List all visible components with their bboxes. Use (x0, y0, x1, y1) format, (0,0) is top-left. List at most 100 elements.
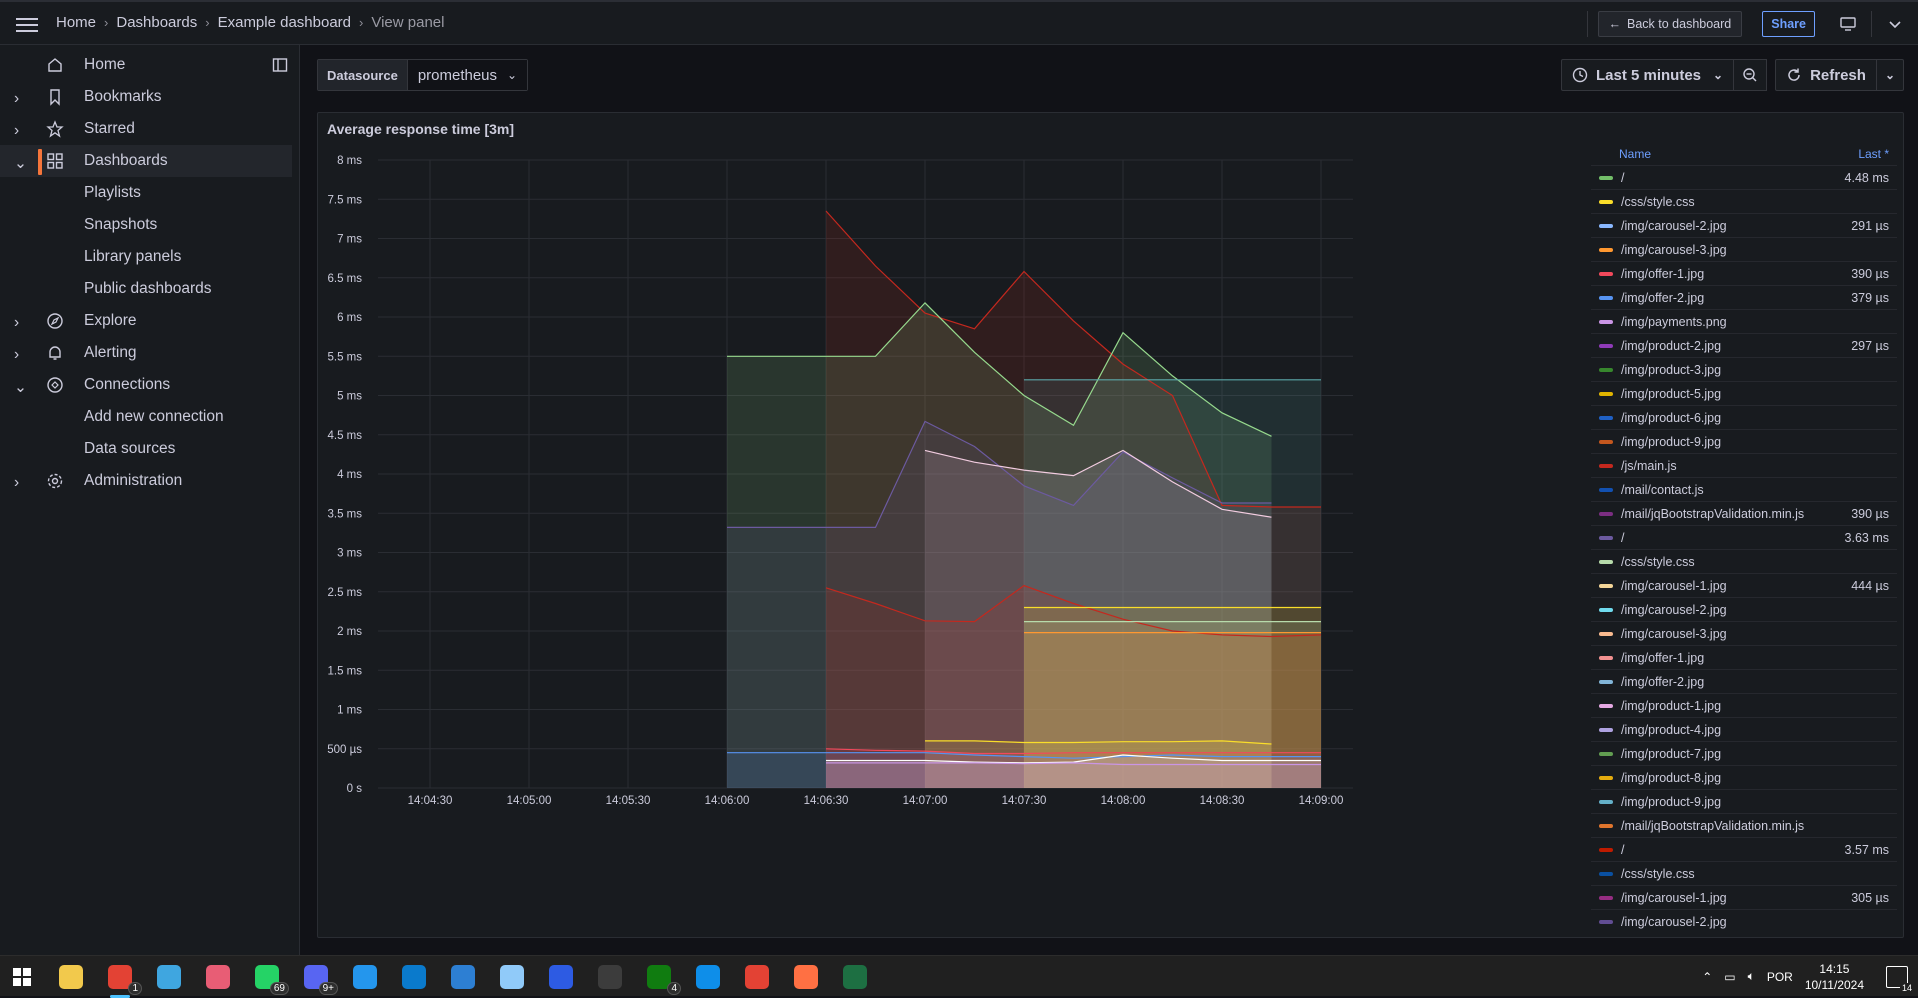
legend-item[interactable]: /img/carousel-1.jpg 444 µs (1591, 573, 1897, 597)
legend-item[interactable]: / 3.57 ms (1591, 837, 1897, 861)
time-range-picker[interactable]: Last 5 minutes ⌄ (1560, 59, 1735, 91)
chevron-down-icon[interactable]: ⌄ (14, 378, 27, 396)
chevron-right-icon[interactable]: › (14, 122, 26, 139)
chevron-right-icon[interactable]: › (14, 474, 26, 491)
monitor-icon[interactable] (1835, 11, 1861, 37)
chevron-right-icon[interactable]: › (14, 346, 26, 363)
legend-item[interactable]: /css/style.css (1591, 861, 1897, 885)
sidebar-item-library-panels[interactable]: Library panels (0, 241, 292, 273)
refresh-button[interactable]: Refresh (1775, 59, 1877, 91)
app-icon[interactable] (790, 961, 822, 993)
datasource-select[interactable]: prometheus ⌄ (407, 60, 528, 90)
legend-item[interactable]: /img/product-7.jpg (1591, 741, 1897, 765)
legend-item[interactable]: /img/carousel-2.jpg 291 µs (1591, 213, 1897, 237)
legend-item[interactable]: / 3.63 ms (1591, 525, 1897, 549)
legend-item[interactable]: /img/carousel-2.jpg (1591, 597, 1897, 621)
windows-start-icon[interactable] (6, 961, 38, 993)
whatsapp-icon[interactable]: 69 (251, 961, 289, 995)
sidebar-item-public-dashboards[interactable]: Public dashboards (0, 273, 292, 305)
file-explorer-icon[interactable] (55, 961, 87, 993)
legend-item[interactable]: /mail/jqBootstrapValidation.min.js (1591, 813, 1897, 837)
menu-icon[interactable] (14, 14, 40, 34)
chevron-right-icon[interactable]: › (14, 90, 26, 107)
sidebar-item-explore[interactable]: › Explore (0, 305, 292, 337)
sidebar-item-snapshots[interactable]: Snapshots (0, 209, 292, 241)
photos-icon[interactable] (447, 961, 479, 993)
back-to-dashboard-button[interactable]: ← Back to dashboard (1597, 10, 1743, 37)
legend-item[interactable]: /mail/jqBootstrapValidation.min.js 390 µs (1591, 501, 1897, 525)
legend-item[interactable]: /js/main.js (1591, 453, 1897, 477)
y-tick-label: 3 ms (337, 548, 362, 560)
docker-icon[interactable] (349, 961, 381, 993)
clock[interactable]: 14:15 10/11/2024 (1805, 961, 1864, 993)
sidebar-item-playlists[interactable]: Playlists (0, 177, 292, 209)
legend-item[interactable]: /img/payments.png (1591, 309, 1897, 333)
sidebar-item-data-sources[interactable]: Data sources (0, 433, 292, 465)
xbox-icon[interactable]: 4 (643, 961, 681, 995)
app-icon[interactable] (202, 961, 234, 993)
zoom-out-button[interactable] (1734, 59, 1768, 91)
chevron-right-icon[interactable]: › (14, 314, 26, 331)
legend-name-header[interactable]: Name (1619, 147, 1651, 161)
timeseries-chart[interactable]: 8 ms 7.5 ms 7 ms 6.5 ms 6 ms 5.5 ms 5 ms 4.5 ms… (318, 113, 1593, 939)
legend-item[interactable]: /css/style.css (1591, 549, 1897, 573)
legend-item[interactable]: /img/carousel-2.jpg (1591, 909, 1897, 933)
legend-item[interactable]: /img/product-9.jpg (1591, 789, 1897, 813)
sidebar-item-bookmarks[interactable]: › Bookmarks (0, 81, 292, 113)
chrome-icon[interactable] (741, 961, 773, 993)
legend-item[interactable]: /img/product-3.jpg (1591, 357, 1897, 381)
notification-icon[interactable]: 14 (1886, 965, 1914, 993)
legend-item[interactable]: /img/product-9.jpg (1591, 429, 1897, 453)
legend-item[interactable]: /img/carousel-3.jpg (1591, 621, 1897, 645)
sidebar-item-administration[interactable]: › Administration (0, 465, 292, 497)
teamviewer-icon[interactable] (692, 961, 724, 993)
sidebar-item-alerting[interactable]: › Alerting (0, 337, 292, 369)
legend-item[interactable]: /img/product-4.jpg (1591, 717, 1897, 741)
legend-item[interactable]: /img/carousel-3.jpg (1591, 237, 1897, 261)
discord-icon[interactable]: 9+ (300, 961, 338, 995)
sidebar-item-starred[interactable]: › Starred (0, 113, 292, 145)
breadcrumb-home[interactable]: Home (56, 14, 96, 31)
datasource-picker[interactable]: Datasource prometheus ⌄ (317, 59, 529, 91)
legend-item[interactable]: /img/carousel-1.jpg 305 µs (1591, 885, 1897, 909)
legend-item[interactable]: / 4.48 ms (1591, 165, 1897, 189)
notepad-icon[interactable] (496, 961, 528, 993)
legend-item[interactable]: /img/offer-1.jpg 390 µs (1591, 261, 1897, 285)
sidebar-item-add-new-connection[interactable]: Add new connection (0, 401, 292, 433)
legend-item[interactable]: /img/product-1.jpg (1591, 693, 1897, 717)
language-indicator[interactable]: POR (1767, 970, 1793, 984)
legend-item[interactable]: /img/product-2.jpg 297 µs (1591, 333, 1897, 357)
legend-item[interactable]: /img/product-5.jpg (1591, 381, 1897, 405)
chevron-right-icon: › (205, 15, 210, 30)
y-tick-label: 6 ms (337, 312, 362, 324)
chrome-icon[interactable]: 1 (104, 961, 142, 998)
legend-item[interactable]: /img/product-8.jpg (1591, 765, 1897, 789)
vscode-icon[interactable] (398, 961, 430, 993)
legend-swatch (1599, 727, 1613, 732)
legend-swatch (1599, 415, 1613, 420)
sidebar-item-connections[interactable]: ⌄ Connections (0, 369, 292, 401)
volume-icon[interactable]: 🔈︎ (1748, 969, 1755, 984)
app-glyph (402, 965, 426, 989)
breadcrumb-dashboards[interactable]: Dashboards (116, 14, 197, 31)
app-icon[interactable] (545, 961, 577, 993)
breadcrumb-example-dashboard[interactable]: Example dashboard (218, 14, 351, 31)
legend-item[interactable]: /img/offer-2.jpg (1591, 669, 1897, 693)
chevron-up-icon[interactable]: ⌃ (1702, 970, 1712, 984)
sidebar-item-home[interactable]: Home (0, 49, 292, 81)
chevron-down-icon[interactable] (1882, 11, 1908, 37)
chevron-down-icon[interactable]: ⌄ (14, 154, 27, 172)
legend-item[interactable]: /mail/contact.js (1591, 477, 1897, 501)
refresh-interval-dropdown[interactable]: ⌄ (1876, 59, 1904, 91)
share-button[interactable]: Share (1762, 10, 1815, 37)
network-icon[interactable]: ▭ (1724, 970, 1735, 984)
legend-item[interactable]: /img/offer-2.jpg 379 µs (1591, 285, 1897, 309)
terminal-icon[interactable] (594, 961, 626, 993)
legend-item[interactable]: /img/offer-1.jpg (1591, 645, 1897, 669)
legend-item[interactable]: /css/style.css (1591, 189, 1897, 213)
legend-item[interactable]: /img/product-6.jpg (1591, 405, 1897, 429)
sidebar-item-dashboards[interactable]: ⌄ Dashboards (0, 145, 292, 177)
store-icon[interactable] (153, 961, 185, 993)
legend-last-header[interactable]: Last * (1858, 147, 1889, 161)
excel-icon[interactable] (839, 961, 871, 993)
